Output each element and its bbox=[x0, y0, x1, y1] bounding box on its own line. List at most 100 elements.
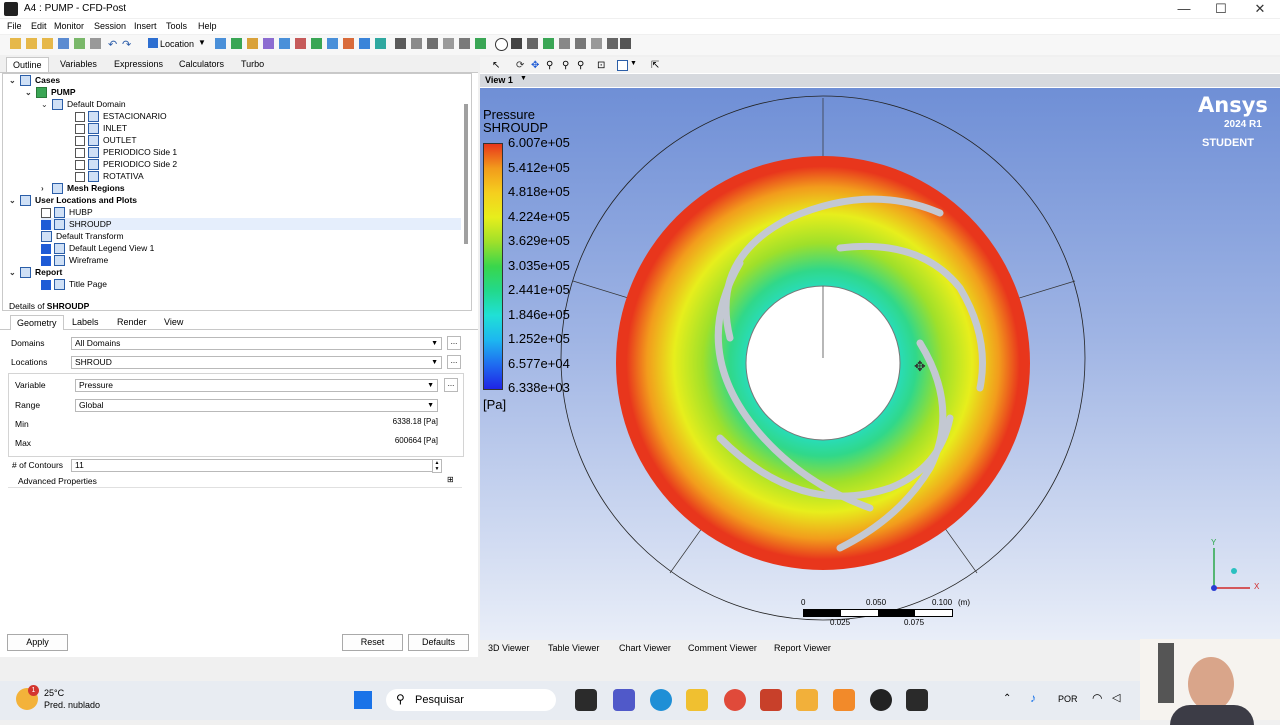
tab-labels[interactable]: Labels bbox=[66, 315, 105, 329]
comment-icon[interactable] bbox=[459, 38, 470, 49]
chart-icon[interactable] bbox=[443, 38, 454, 49]
command-editor-icon[interactable] bbox=[620, 38, 631, 49]
menu-file[interactable]: File bbox=[7, 21, 22, 31]
view-dropdown-icon[interactable]: ▼ bbox=[520, 75, 527, 82]
viewport-layout-icon[interactable] bbox=[617, 60, 628, 71]
tree-default-domain[interactable]: ⌄ Default Domain bbox=[41, 98, 126, 111]
locations-more-button[interactable]: ... bbox=[447, 355, 461, 369]
quick-edit-icon[interactable] bbox=[527, 38, 538, 49]
mesh-calculator-icon[interactable] bbox=[591, 38, 602, 49]
visibility-checkbox[interactable] bbox=[41, 279, 51, 290]
edge-icon[interactable] bbox=[650, 689, 672, 711]
vortex-icon[interactable] bbox=[343, 38, 354, 49]
collapse-icon[interactable]: ⌄ bbox=[9, 75, 17, 87]
visibility-checkbox[interactable] bbox=[41, 219, 51, 230]
streamline-icon[interactable] bbox=[247, 38, 258, 49]
pan-icon[interactable]: ✥ bbox=[531, 60, 542, 71]
tree-default-legend[interactable]: Default Legend View 1 bbox=[41, 242, 154, 255]
maximize-button[interactable]: ☐ bbox=[1201, 0, 1241, 18]
tree-boundary-outlet[interactable]: OUTLET bbox=[75, 134, 137, 147]
domains-select[interactable]: All Domains ▼ bbox=[71, 337, 442, 350]
particle-track-icon[interactable] bbox=[279, 38, 290, 49]
tree-scrollbar[interactable] bbox=[464, 104, 468, 244]
tree-wireframe[interactable]: Wireframe bbox=[41, 254, 108, 267]
collapse-icon[interactable]: ⌄ bbox=[9, 195, 17, 207]
close-button[interactable]: ✕ bbox=[1240, 0, 1280, 18]
tab-chart-viewer[interactable]: Chart Viewer bbox=[619, 641, 671, 656]
tree-pump[interactable]: ⌄ PUMP bbox=[25, 86, 76, 99]
tab-outline[interactable]: Outline bbox=[6, 57, 49, 72]
range-select[interactable]: Global ▼ bbox=[75, 399, 438, 412]
animation-icon[interactable] bbox=[511, 38, 522, 49]
tree-hubp[interactable]: HUBP bbox=[41, 206, 93, 219]
collapse-icon[interactable]: ⌄ bbox=[41, 99, 49, 111]
weather-temp[interactable]: 25°C bbox=[44, 688, 64, 698]
rotate-icon[interactable]: ⟳ bbox=[516, 60, 527, 71]
polyline-icon[interactable] bbox=[375, 38, 386, 49]
print-icon[interactable] bbox=[74, 38, 85, 49]
tab-table-viewer[interactable]: Table Viewer bbox=[548, 641, 599, 656]
tree-boundary-rotativa[interactable]: ROTATIVA bbox=[75, 170, 144, 183]
visibility-checkbox[interactable] bbox=[75, 171, 85, 182]
location-arrow-icon[interactable]: ▼ bbox=[198, 38, 206, 47]
table-icon[interactable] bbox=[427, 38, 438, 49]
surface-icon[interactable] bbox=[359, 38, 370, 49]
tree-shroudp[interactable]: SHROUDP bbox=[41, 218, 461, 231]
tab-calculators[interactable]: Calculators bbox=[173, 57, 230, 71]
menu-edit[interactable]: Edit bbox=[31, 21, 47, 31]
apply-button[interactable]: Apply bbox=[7, 634, 68, 651]
tree-title-page[interactable]: Title Page bbox=[41, 278, 107, 291]
view-selector[interactable]: View 1 bbox=[485, 75, 513, 85]
microphone-icon[interactable]: ♪ bbox=[1030, 691, 1036, 705]
menu-tools[interactable]: Tools bbox=[166, 21, 187, 31]
spaceclaim-icon[interactable] bbox=[833, 689, 855, 711]
save-icon[interactable] bbox=[58, 38, 69, 49]
visibility-checkbox[interactable] bbox=[75, 159, 85, 170]
probe-icon[interactable] bbox=[543, 38, 554, 49]
task-view-icon[interactable] bbox=[575, 689, 597, 711]
tree-default-transform[interactable]: Default Transform bbox=[41, 230, 124, 243]
tree-boundary-inlet[interactable]: INLET bbox=[75, 122, 127, 135]
variable-icon[interactable] bbox=[395, 38, 406, 49]
visibility-checkbox[interactable] bbox=[75, 123, 85, 134]
speaker-icon[interactable]: ◁ bbox=[1112, 691, 1120, 704]
tab-geometry[interactable]: Geometry bbox=[10, 315, 64, 330]
tree-boundary-estacionario[interactable]: ESTACIONARIO bbox=[75, 110, 167, 123]
visibility-checkbox[interactable] bbox=[41, 255, 51, 266]
clock-icon[interactable] bbox=[495, 38, 508, 51]
tab-view[interactable]: View bbox=[158, 315, 189, 329]
figure-icon[interactable] bbox=[475, 38, 486, 49]
visibility-checkbox[interactable] bbox=[75, 135, 85, 146]
menu-insert[interactable]: Insert bbox=[134, 21, 157, 31]
visibility-checkbox[interactable] bbox=[41, 243, 51, 254]
menu-session[interactable]: Session bbox=[94, 21, 126, 31]
collapse-icon[interactable]: ⌄ bbox=[25, 87, 33, 99]
tab-render[interactable]: Render bbox=[111, 315, 153, 329]
chevron-up-icon[interactable]: ⌃ bbox=[1003, 693, 1011, 704]
contour-icon[interactable] bbox=[231, 38, 242, 49]
domains-more-button[interactable]: ... bbox=[447, 336, 461, 350]
locations-select[interactable]: SHROUD ▼ bbox=[71, 356, 442, 369]
tab-comment-viewer[interactable]: Comment Viewer bbox=[688, 641, 757, 656]
tree-user-locations[interactable]: ⌄ User Locations and Plots bbox=[9, 194, 137, 207]
reset-button[interactable]: Reset bbox=[342, 634, 403, 651]
fit-view-icon[interactable]: ⊡ bbox=[597, 60, 608, 71]
teams-icon[interactable] bbox=[613, 689, 635, 711]
taskbar-search[interactable]: ⚲ Pesquisar bbox=[386, 689, 556, 711]
volume-render-icon[interactable] bbox=[263, 38, 274, 49]
undo-icon[interactable]: ↶ bbox=[108, 38, 119, 51]
language-indicator[interactable]: POR bbox=[1058, 694, 1078, 704]
function-calculator-icon[interactable] bbox=[559, 38, 570, 49]
tab-expressions[interactable]: Expressions bbox=[108, 57, 169, 71]
redo-icon[interactable]: ↷ bbox=[122, 38, 133, 51]
contours-spinner[interactable]: ▲ ▼ bbox=[432, 459, 442, 473]
collapse-icon[interactable]: ⌄ bbox=[9, 267, 17, 279]
visibility-checkbox[interactable] bbox=[41, 207, 51, 218]
menu-monitor[interactable]: Monitor bbox=[54, 21, 84, 31]
wifi-icon[interactable]: ◠ bbox=[1092, 691, 1102, 705]
tree-cases[interactable]: ⌄ Cases bbox=[9, 74, 60, 87]
screenshot-icon[interactable] bbox=[90, 38, 101, 49]
3d-canvas[interactable]: Pressure SHROUDP [Pa] ✥ Ansys 2024 R1 ST… bbox=[480, 88, 1280, 640]
detach-icon[interactable]: ⇱ bbox=[651, 60, 662, 71]
case-comparison-icon[interactable] bbox=[607, 38, 618, 49]
